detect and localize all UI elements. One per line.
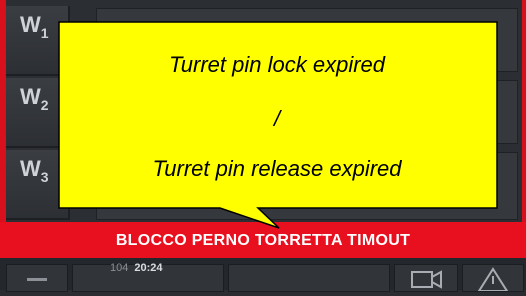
callout-balloon: [58, 21, 498, 229]
callout-line-2: Turret pin release expired: [152, 156, 402, 181]
callout-separator: /: [273, 106, 281, 131]
callout-line-1: Turret pin lock expired: [168, 52, 385, 77]
